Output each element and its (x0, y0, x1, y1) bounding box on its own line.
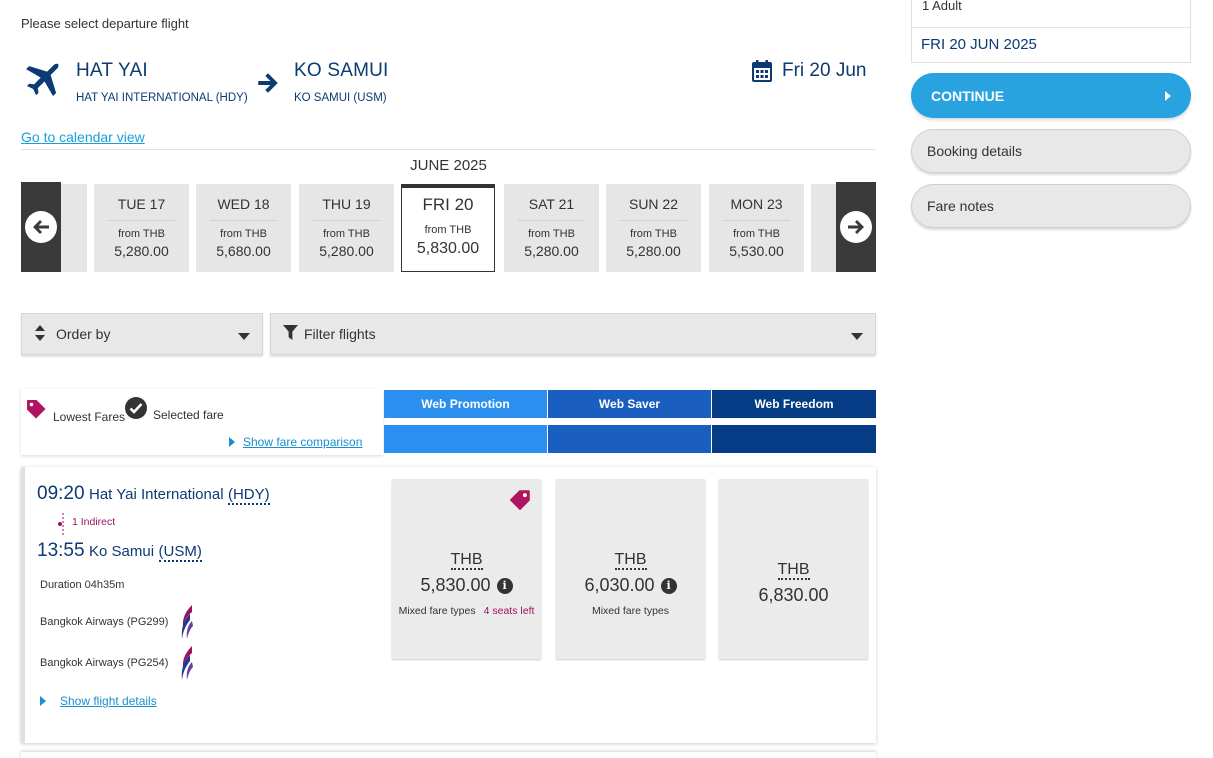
departure-station: Hat Yai International (89, 486, 224, 503)
day-card-wed-18[interactable]: WED 18 from THB 5,680.00 (196, 184, 291, 272)
next-dates-button[interactable] (836, 182, 876, 272)
selected-date: Fri 20 Jun (782, 60, 867, 81)
checkmark-icon (124, 396, 148, 423)
fare-note: Mixed fare types (591, 605, 670, 617)
divider (912, 27, 1190, 28)
arrow-right-icon (255, 70, 281, 96)
day-card-sat-21[interactable]: SAT 21 from THB 5,280.00 (504, 184, 599, 272)
fare-amount: 6,030.00 (584, 575, 655, 595)
seats-left: 4 seats left (483, 605, 535, 617)
divider (21, 149, 876, 150)
calendar-view-link[interactable]: Go to calendar view (21, 129, 145, 145)
segment-2: Bangkok Airways (PG254) (40, 646, 194, 680)
day-card-tue-17[interactable]: TUE 17 from THB 5,280.00 (94, 184, 189, 272)
fare-header-web-freedom: Web Freedom (712, 390, 876, 418)
booking-details-button[interactable]: Booking details (911, 129, 1191, 173)
page-prompt: Please select departure flight (21, 16, 189, 31)
fare-bar-web-saver (548, 425, 711, 453)
arrow-left-icon (25, 211, 57, 243)
fare-card-web-freedom[interactable]: THB 6,830.00 (719, 479, 868, 659)
chevron-right-icon (40, 696, 46, 706)
destination-city: KO SAMUI (294, 60, 389, 81)
fare-amount: 6,830.00 (758, 585, 829, 605)
filter-flights-dropdown[interactable]: Filter flights (270, 313, 876, 355)
fare-bar-web-promotion (384, 425, 547, 453)
arrow-right-icon (840, 211, 872, 243)
price-tag-icon (24, 397, 48, 424)
show-flight-details-link[interactable]: Show flight details (40, 694, 157, 708)
segment-1: Bangkok Airways (PG299) (40, 605, 194, 639)
summary-date: FRI 20 JUN 2025 (921, 36, 1037, 53)
arrival-station: Ko Samui (89, 543, 155, 560)
stop-connector (56, 513, 68, 535)
continue-button[interactable]: CONTINUE (911, 73, 1191, 118)
show-fare-comparison-link[interactable]: Show fare comparison (229, 435, 362, 449)
day-card-partial (61, 184, 87, 272)
chevron-down-icon (851, 333, 863, 340)
legend-lowest-fares: Lowest Fares (24, 397, 125, 424)
legend-selected-fare: Selected fare (124, 396, 224, 423)
bangkok-airways-logo-icon (178, 646, 194, 680)
origin-airport: HAT YAI INTERNATIONAL (HDY) (76, 92, 248, 104)
day-card-fri-20-selected[interactable]: FRI 20 from THB 5,830.00 (401, 184, 495, 272)
booking-summary: 1 Adult FRI 20 JUN 2025 (911, 0, 1191, 63)
stops-label[interactable]: 1 Indirect (72, 516, 115, 528)
fare-card-web-saver[interactable]: THB 6,030.00 i Mixed fare types (556, 479, 705, 659)
day-card-thu-19[interactable]: THU 19 from THB 5,280.00 (299, 184, 394, 272)
selected-date-header: Fri 20 Jun (752, 60, 866, 82)
filter-flights-label: Filter flights (304, 326, 376, 342)
chevron-right-icon (229, 437, 235, 447)
passenger-count: 1 Adult (922, 0, 962, 13)
price-tag-icon (507, 487, 533, 518)
fare-header-web-promotion: Web Promotion (384, 390, 547, 418)
fare-legend: Lowest Fares Selected fare Show fare com… (21, 389, 383, 455)
next-flight-row-partial (21, 752, 876, 758)
day-card-partial (811, 184, 836, 272)
day-card-mon-23[interactable]: MON 23 from THB 5,530.00 (709, 184, 804, 272)
bangkok-airways-logo-icon (178, 605, 194, 639)
arrival-code[interactable]: (USM) (158, 543, 202, 562)
fare-header-web-saver: Web Saver (548, 390, 711, 418)
duration: Duration 04h35m (40, 579, 125, 591)
origin-city: HAT YAI (76, 60, 148, 81)
arrival-time: 13:55 (37, 540, 85, 561)
destination-airport: KO SAMUI (USM) (294, 92, 387, 104)
order-by-dropdown[interactable]: Order by (21, 313, 263, 355)
chevron-right-icon (1165, 91, 1171, 101)
fare-notes-button[interactable]: Fare notes (911, 184, 1191, 228)
month-label: JUNE 2025 (410, 157, 487, 174)
fare-bar-web-freedom (712, 425, 876, 453)
departure-time: 09:20 (37, 483, 85, 504)
info-icon[interactable]: i (496, 577, 513, 594)
previous-dates-button[interactable] (21, 182, 61, 272)
sort-icon (34, 324, 46, 344)
info-icon[interactable]: i (660, 577, 677, 594)
order-by-label: Order by (56, 326, 111, 342)
fare-amount: 5,830.00 (420, 575, 491, 595)
departure-code[interactable]: (HDY) (227, 486, 270, 505)
chevron-down-icon (238, 333, 250, 340)
fare-card-web-promotion[interactable]: THB 5,830.00 i Mixed fare types 4 seats l… (392, 479, 541, 659)
day-card-sun-22[interactable]: SUN 22 from THB 5,280.00 (606, 184, 701, 272)
departure-info: 09:20 Hat Yai International (HDY) (37, 483, 270, 505)
arrival-info: 13:55 Ko Samui (USM) (37, 540, 202, 562)
calendar-icon (752, 60, 772, 82)
filter-icon (283, 325, 298, 343)
date-carousel: TUE 17 from THB 5,280.00 WED 18 from THB… (21, 182, 876, 272)
fare-note: Mixed fare types (398, 605, 476, 617)
plane-icon (20, 58, 64, 102)
